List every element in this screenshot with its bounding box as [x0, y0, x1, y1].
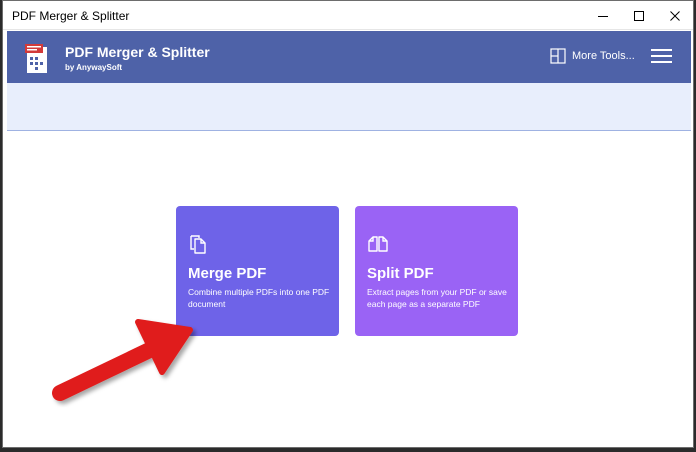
info-banner [7, 83, 691, 131]
split-documents-icon [368, 236, 388, 252]
split-pdf-card[interactable]: Split PDF Extract pages from your PDF or… [355, 206, 518, 336]
menu-button[interactable] [650, 46, 674, 66]
red-pointer-arrow [52, 319, 193, 401]
maximize-button[interactable] [621, 1, 657, 30]
merge-pdf-description: Combine multiple PDFs into one PDF docum… [188, 287, 330, 309]
close-icon [670, 10, 680, 21]
close-button[interactable] [657, 1, 693, 30]
grid-tools-icon [550, 48, 566, 64]
app-header: PDF Merger & Splitter by AnywaySoft More… [7, 31, 691, 83]
merge-pdf-title: Merge PDF [188, 265, 267, 282]
split-pdf-description: Extract pages from your PDF or save each… [367, 287, 507, 309]
maximize-icon [634, 10, 644, 21]
app-title: PDF Merger & Splitter [65, 44, 210, 60]
app-subtitle: by AnywaySoft [65, 63, 123, 72]
more-tools-label: More Tools... [572, 50, 635, 62]
app-logo-icon [25, 44, 47, 73]
window-title: PDF Merger & Splitter [12, 9, 130, 23]
minimize-icon [598, 15, 608, 17]
title-bar[interactable]: PDF Merger & Splitter [3, 1, 693, 30]
minimize-button[interactable] [585, 1, 621, 30]
split-pdf-title: Split PDF [367, 265, 434, 282]
more-tools-button[interactable]: More Tools... [550, 46, 635, 66]
copy-documents-icon [190, 235, 206, 254]
